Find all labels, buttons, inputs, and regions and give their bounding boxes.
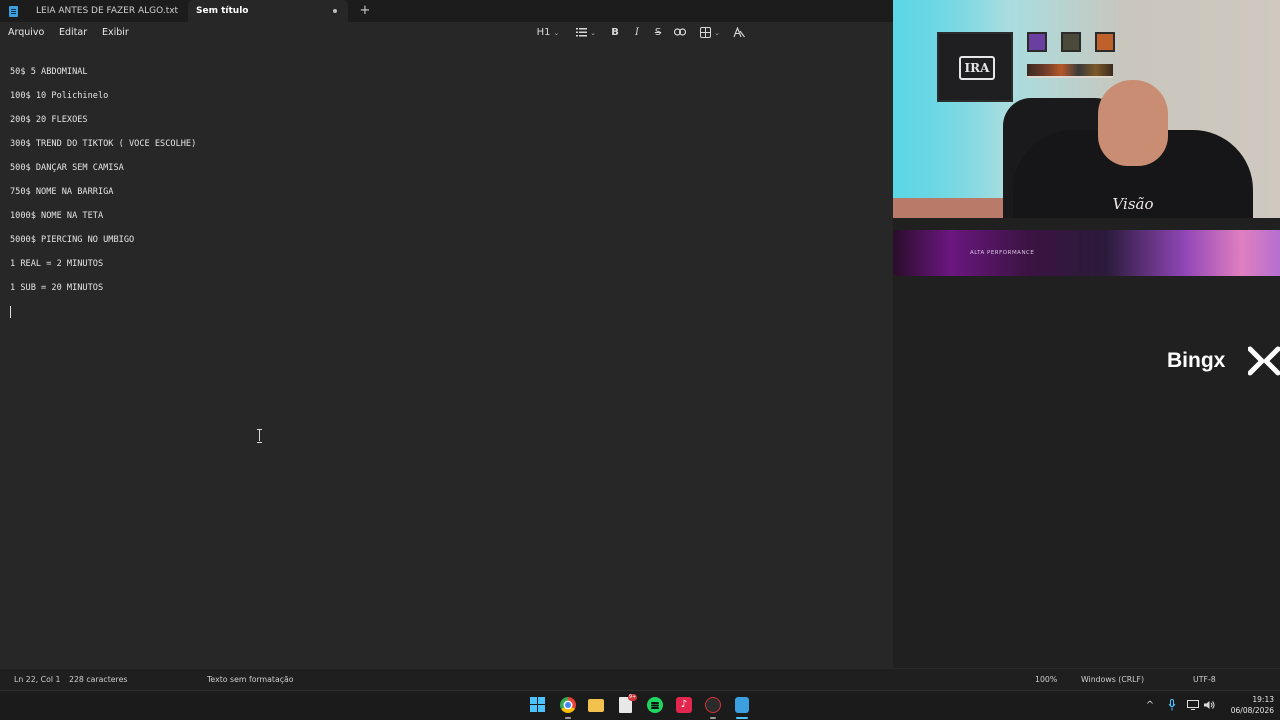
wall-poster: IRA — [937, 32, 1013, 102]
clear-format-icon — [733, 25, 745, 37]
tab-bar: LEIA ANTES DE FAZER ALGO.txt Sem título … — [0, 0, 893, 22]
streamer-head — [1098, 80, 1168, 166]
list-icon — [576, 28, 588, 37]
ibeam-cursor-icon — [257, 429, 262, 443]
menu-view[interactable]: Exibir — [102, 22, 129, 44]
wall-frame — [1061, 32, 1081, 52]
menu-bar: Arquivo Editar Exibir H1 ⌄ ⌄ B I S ⌄ — [0, 22, 893, 44]
chevron-down-icon: ⌄ — [714, 29, 720, 37]
chevron-down-icon: ⌄ — [590, 29, 596, 37]
notepad-icon[interactable] — [735, 697, 749, 713]
tab-label: LEIA ANTES DE FAZER ALGO.txt — [36, 6, 179, 16]
wall-shelf — [1027, 64, 1113, 78]
character-count: 228 caracteres — [69, 675, 128, 684]
document-line[interactable]: 1 REAL = 2 MINUTOS — [10, 259, 103, 269]
microphone-icon[interactable] — [1165, 691, 1179, 720]
tab-leia-antes[interactable]: LEIA ANTES DE FAZER ALGO.txt — [0, 0, 188, 22]
strikethrough-button[interactable]: S — [652, 25, 664, 41]
encoding[interactable]: UTF-8 — [1193, 669, 1216, 691]
wall-frame — [1095, 32, 1115, 52]
wall-frame — [1027, 32, 1047, 52]
chevron-down-icon: ⌄ — [553, 29, 560, 37]
link-button[interactable] — [673, 25, 687, 41]
table-dropdown[interactable]: ⌄ — [696, 25, 724, 41]
network-icon[interactable] — [1186, 691, 1200, 720]
webcam-feed: IRA Visão — [893, 0, 1280, 218]
document-line[interactable]: 50$ 5 ABDOMINAL — [10, 67, 88, 77]
bingx-wordmark: Bing — [1167, 349, 1214, 372]
notepad-icon — [9, 6, 18, 17]
italic-button[interactable]: I — [631, 25, 643, 41]
document-line[interactable]: 100$ 10 Polichinelo — [10, 91, 108, 101]
table-icon — [700, 26, 712, 38]
format-mode[interactable]: Texto sem formatação — [207, 669, 294, 691]
app-icon[interactable] — [705, 697, 721, 713]
link-icon — [673, 28, 687, 36]
tab-sem-titulo[interactable]: Sem título — [188, 0, 348, 22]
active-indicator — [736, 717, 748, 719]
desk — [893, 198, 1003, 218]
heading-label: H1 — [536, 27, 551, 38]
tiktok-icon[interactable]: ♪ — [676, 697, 692, 713]
document-line[interactable]: 750$ NOME NA BARRIGA — [10, 187, 113, 197]
menu-file[interactable]: Arquivo — [8, 22, 44, 44]
document-line[interactable]: 200$ 20 FLEXOES — [10, 115, 88, 125]
unsaved-dot-icon[interactable] — [333, 9, 337, 13]
text-caret — [10, 306, 11, 318]
document-line[interactable]: 1 SUB = 20 MINUTOS — [10, 283, 103, 293]
list-dropdown[interactable]: ⌄ — [572, 25, 600, 41]
document-line[interactable]: 300$ TREND DO TIKTOK ( VOCE ESCOLHE) — [10, 139, 196, 149]
poster-logo: IRA — [959, 56, 995, 80]
banner-text: ALTA PERFORMANCE — [970, 250, 1035, 256]
sponsor-banner: ALTA PERFORMANCE — [893, 230, 1280, 276]
spotify-icon[interactable] — [647, 697, 663, 713]
tray-chevron-up-icon[interactable]: ^ — [1143, 691, 1157, 720]
zoom-level[interactable]: 100% — [1035, 669, 1057, 691]
bingx-logo: Bingx — [1167, 346, 1225, 376]
menu-edit[interactable]: Editar — [59, 22, 87, 44]
clock-date: 06/08/2026 — [1230, 706, 1274, 715]
bingx-wordmark-x: x — [1213, 349, 1226, 372]
text-editor[interactable]: 50$ 5 ABDOMINAL 100$ 10 Polichinelo 200$… — [0, 44, 893, 668]
clear-format-button[interactable] — [732, 25, 746, 41]
taskbar: 9+ ♪ ^ 19:13 06/08/2026 — [0, 690, 1280, 720]
document-line[interactable]: 1000$ NOME NA TETA — [10, 211, 103, 221]
shirt-print: Visão — [1112, 195, 1154, 213]
status-bar: Ln 22, Col 1 228 caracteres Texto sem fo… — [0, 668, 1280, 690]
document-line[interactable]: 500$ DANÇAR SEM CAMISA — [10, 163, 124, 173]
file-explorer-icon[interactable] — [588, 699, 604, 712]
new-tab-button[interactable]: + — [358, 2, 372, 20]
tab-label: Sem título — [196, 6, 249, 16]
bingx-x-icon — [1247, 346, 1280, 376]
running-indicator — [710, 717, 716, 719]
clock-time: 19:13 — [1252, 695, 1274, 704]
running-indicator — [565, 717, 571, 719]
notification-badge: 9+ — [628, 694, 637, 701]
volume-icon[interactable] — [1202, 691, 1216, 720]
cursor-position: Ln 22, Col 1 — [14, 675, 61, 684]
chrome-icon[interactable] — [560, 697, 576, 713]
bold-button[interactable]: B — [609, 25, 621, 41]
document-line[interactable]: 5000$ PIERCING NO UMBIGO — [10, 235, 134, 245]
heading-dropdown[interactable]: H1 ⌄ — [534, 25, 562, 41]
line-ending[interactable]: Windows (CRLF) — [1081, 669, 1144, 691]
system-clock[interactable]: 19:13 06/08/2026 — [1218, 694, 1274, 716]
start-icon[interactable] — [530, 697, 546, 713]
